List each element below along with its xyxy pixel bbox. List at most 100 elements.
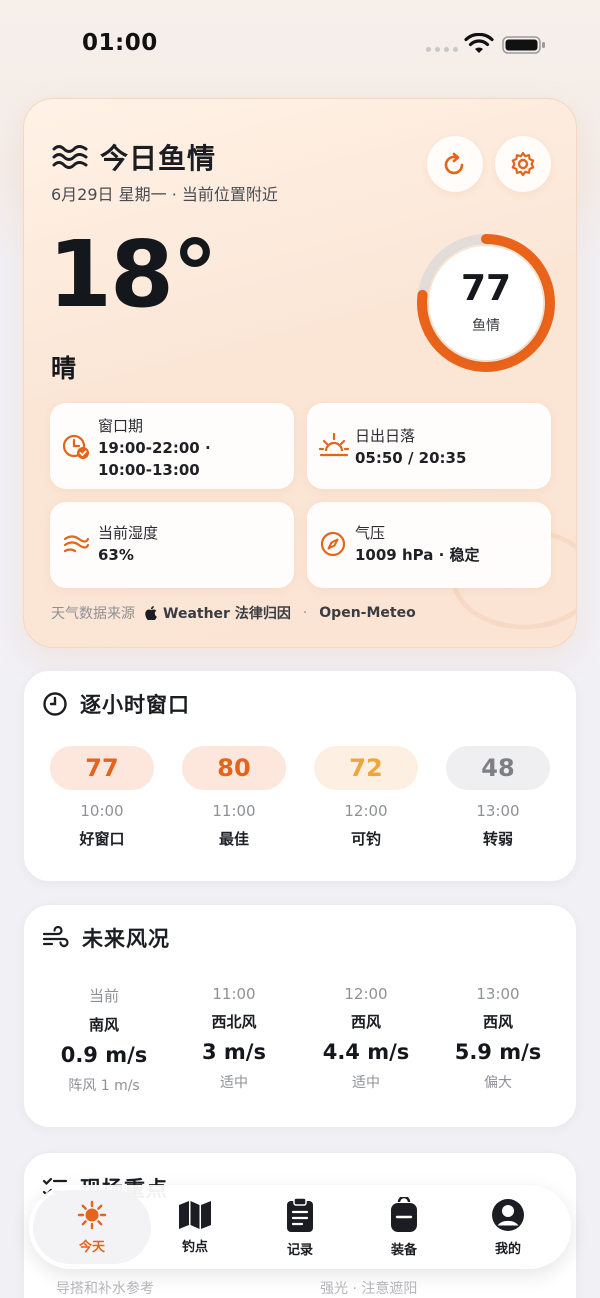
wind-time: 当前 (88, 987, 119, 1005)
tab-spots[interactable]: 钓点 (143, 1185, 247, 1269)
bottom-tab-bar: 今天 钓点 记录 装备 我的 (29, 1185, 571, 1269)
clipboard-icon (287, 1196, 313, 1232)
wind-direction: 南风 (88, 1016, 119, 1034)
wind-time: 11:00 (212, 985, 256, 1003)
settings-button[interactable] (495, 136, 551, 192)
hour-window-item[interactable]: 80 11:00 最佳 (182, 746, 286, 849)
tab-spots-label: 钓点 (181, 1239, 208, 1255)
hour-time: 13:00 (476, 802, 520, 820)
onsite-left-text: 导搭和补水参考 (56, 1281, 154, 1297)
status-bar: 01:00 (0, 0, 600, 90)
wind-speed: 3 m/s (202, 1040, 266, 1064)
hour-score-pill: 77 (50, 746, 154, 790)
sunrise-sunset-tile[interactable]: 日出日落 05:50 / 20:35 (307, 403, 551, 489)
window-period-label: 窗口期 (98, 417, 144, 435)
wind-note: 适中 (220, 1075, 248, 1091)
sunrise-sunset-label: 日出日落 (355, 427, 416, 445)
status-time: 01:00 (82, 30, 158, 56)
wind-forecast-item: 11:00 西北风 3 m/s 适中 (174, 985, 294, 1092)
wind-note: 偏大 (484, 1075, 512, 1091)
score-display: 77 鱼情 (429, 246, 543, 360)
tab-records-label: 记录 (286, 1242, 313, 1258)
wind-speed: 5.9 m/s (454, 1040, 542, 1064)
wind-forecast-item: 13:00 西风 5.9 m/s 偏大 (438, 985, 558, 1092)
score-value: 77 (460, 268, 512, 309)
score-label: 鱼情 (472, 318, 500, 334)
pressure-tile[interactable]: 气压 1009 hPa · 稳定 (307, 502, 551, 588)
humidity-label: 当前湿度 (98, 524, 159, 542)
tab-today-label: 今天 (78, 1239, 105, 1255)
tab-gear[interactable]: 装备 (352, 1185, 456, 1269)
wind-direction: 西北风 (211, 1013, 257, 1031)
wind-note: 适中 (352, 1075, 380, 1091)
hour-window-item[interactable]: 77 10:00 好窗口 (50, 746, 154, 849)
battery-icon (502, 36, 545, 54)
sunrise-sunset-value: 05:50 / 20:35 (355, 449, 467, 467)
wind-time: 13:00 (476, 985, 520, 1003)
hero-header: 今日鱼情 (52, 137, 216, 177)
sun-icon (77, 1200, 107, 1229)
data-source-attribution: 天气数据来源 Weather 法律归因 · Open-Meteo (51, 603, 416, 623)
wind-card-header: 未来风况 (42, 923, 170, 953)
open-meteo-link[interactable]: Open-Meteo (319, 605, 415, 621)
wind-card-title: 未来风况 (82, 927, 170, 951)
tab-profile[interactable]: 我的 (456, 1185, 560, 1269)
wind-forecast-item: 当前南风 0.9 m/s 阵风 1 m/s (44, 985, 164, 1095)
tab-today[interactable]: 今天 (33, 1190, 151, 1264)
tab-records[interactable]: 记录 (248, 1185, 352, 1269)
refresh-button[interactable] (427, 136, 483, 192)
wind-speed: 4.4 m/s (322, 1040, 410, 1064)
gear-icon (511, 151, 535, 177)
hour-tag: 转弱 (482, 830, 513, 848)
wind-forecast-item: 12:00 西风 4.4 m/s 适中 (306, 985, 426, 1092)
wind-speed: 0.9 m/s (60, 1043, 148, 1067)
wind-direction: 西风 (350, 1013, 381, 1031)
hour-time: 11:00 (212, 802, 256, 820)
hourly-card-header: 逐小时窗口 (42, 689, 190, 719)
wind-icon (42, 926, 69, 948)
sunrise-icon (319, 432, 349, 457)
pressure-value: 1009 hPa · 稳定 (355, 546, 480, 564)
hour-score-pill: 72 (314, 746, 418, 790)
compass-icon (320, 531, 346, 557)
date-location: 6月29日 星期一 · 当前位置附近 (51, 185, 278, 204)
wifi-icon (464, 33, 494, 53)
hour-score-pill: 80 (182, 746, 286, 790)
hour-window-item[interactable]: 72 12:00 可钓 (314, 746, 418, 849)
wind-note: 阵风 1 m/s (68, 1078, 140, 1094)
hourly-window-card: 逐小时窗口 77 10:00 好窗口 80 11:00 最佳 72 12:00 可钓 48 13:0… (23, 670, 577, 882)
hour-time: 10:00 (80, 802, 124, 820)
hour-time: 12:00 (344, 802, 388, 820)
window-period-tile[interactable]: 窗口期 19:00-22:00 · 10:00-13:00 (50, 403, 294, 489)
wind-time: 12:00 (344, 985, 388, 1003)
humidity-wind-icon (63, 535, 90, 553)
weather-condition: 晴 (51, 354, 77, 383)
source-prefix: 天气数据来源 (51, 606, 135, 622)
clock-check-icon (62, 434, 89, 459)
page-title: 今日鱼情 (100, 142, 217, 175)
hour-tag: 最佳 (218, 830, 249, 848)
window-period-line1: 19:00-22:00 · (98, 439, 211, 457)
today-fishing-card: 今日鱼情 6月29日 星期一 · 当前位置附近 18° 晴 77 鱼情 窗口期 … (23, 98, 577, 648)
user-avatar-icon (492, 1198, 524, 1231)
refresh-icon (444, 152, 464, 175)
wind-forecast-card: 未来风况 当前 南风 0.9 m/s 阵风 1 m/s 11:00 西北风 3 m/s 适中 1… (23, 904, 577, 1128)
humidity-value: 63% (98, 546, 134, 564)
source-separator: · (302, 605, 308, 621)
cellular-signal-icon (426, 47, 458, 52)
hour-window-item[interactable]: 48 13:00 转弱 (446, 746, 550, 849)
pressure-label: 气压 (355, 524, 386, 542)
hour-tag: 好窗口 (79, 830, 125, 848)
apple-logo-icon (145, 606, 157, 620)
humidity-tile[interactable]: 当前湿度 63% (50, 502, 294, 588)
clock-icon (43, 692, 67, 716)
window-period-line2: 10:00-13:00 (98, 461, 200, 479)
wind-direction: 西风 (482, 1013, 513, 1031)
waves-icon (52, 145, 88, 169)
hourly-card-title: 逐小时窗口 (80, 693, 190, 717)
tab-gear-label: 装备 (390, 1242, 417, 1258)
weather-attribution-link[interactable]: Weather 法律归因 (163, 603, 291, 623)
tab-profile-label: 我的 (494, 1241, 521, 1257)
backpack-icon (391, 1196, 417, 1232)
hour-tag: 可钓 (350, 830, 381, 848)
